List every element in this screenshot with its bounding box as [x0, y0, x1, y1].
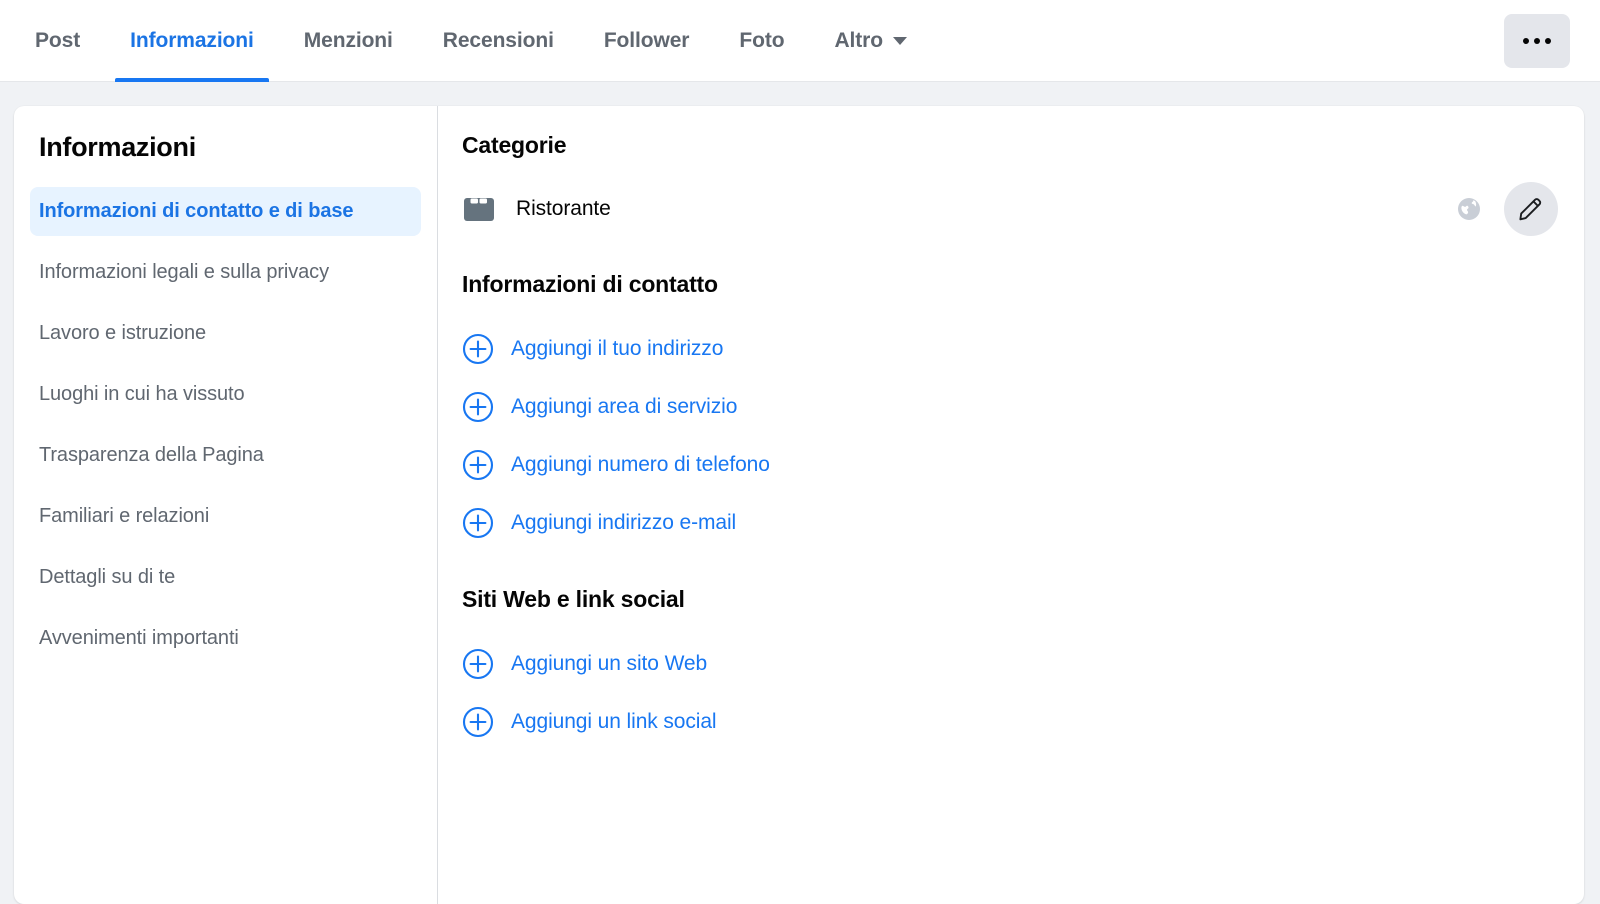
sidebar-item-0[interactable]: Informazioni di contatto e di base [30, 187, 421, 236]
tab-informazioni[interactable]: Informazioni [105, 0, 279, 82]
sidebar-item-label: Informazioni legali e sulla privacy [39, 261, 329, 283]
plus-circle-icon [462, 391, 494, 423]
add-link-aggiungi-indirizzo-e-mail[interactable]: Aggiungi indirizzo e-mail [462, 494, 736, 552]
sidebar-item-label: Trasparenza della Pagina [39, 444, 264, 466]
tab-label: Recensioni [442, 29, 554, 52]
add-link-label: Aggiungi indirizzo e-mail [511, 511, 737, 534]
tab-foto[interactable]: Foto [714, 0, 809, 82]
sidebar-title: Informazioni [39, 132, 196, 162]
add-link-aggiungi-numero-di-telefono[interactable]: Aggiungi numero di telefono [462, 436, 770, 494]
more-options-button[interactable] [1504, 14, 1570, 68]
tab-recensioni[interactable]: Recensioni [418, 0, 579, 82]
tab-altro[interactable]: Altro [809, 0, 932, 82]
tab-label: Menzioni [303, 29, 393, 52]
ellipsis-horizontal-icon [1523, 38, 1529, 44]
add-link-aggiungi-un-sito-web[interactable]: Aggiungi un sito Web [462, 635, 707, 693]
edit-category-button[interactable] [1504, 182, 1558, 236]
ellipsis-horizontal-icon [1534, 38, 1540, 44]
plus-circle-icon [462, 706, 494, 738]
sidebar-item-5[interactable]: Familiari e relazioni [30, 492, 421, 541]
page-body: Informazioni Informazioni di contatto e … [0, 82, 1600, 904]
tab-post[interactable]: Post [10, 0, 105, 82]
sidebar-item-label: Lavoro e istruzione [39, 322, 207, 344]
plus-circle-icon [462, 648, 494, 680]
profile-tabs: Post Informazioni Menzioni Recensioni Follow… [0, 0, 1504, 82]
sidebar-item-2[interactable]: Lavoro e istruzione [30, 309, 421, 358]
contact-info-links: Aggiungi il tuo indirizzo Aggiungi area d… [462, 320, 1558, 552]
sidebar-nav-list: Informazioni di contatto e di base Inform… [30, 187, 421, 663]
section-title-categories: Categorie [462, 132, 567, 158]
sidebar-item-4[interactable]: Trasparenza della Pagina [30, 431, 421, 480]
tab-menzioni[interactable]: Menzioni [279, 0, 418, 82]
plus-circle-icon [462, 507, 494, 539]
info-content: Categorie Ristorante Informazioni di con… [438, 106, 1584, 904]
add-link-aggiungi-il-tuo-indirizzo[interactable]: Aggiungi il tuo indirizzo [462, 320, 723, 378]
add-link-aggiungi-un-link-social[interactable]: Aggiungi un link social [462, 693, 717, 751]
tab-label: Post [35, 29, 81, 52]
sidebar-item-3[interactable]: Luoghi in cui ha vissuto [30, 370, 421, 419]
tab-label: Informazioni [130, 29, 254, 52]
category-label: Ristorante [516, 197, 611, 220]
pencil-edit-icon [1517, 194, 1545, 225]
sidebar-item-1[interactable]: Informazioni legali e sulla privacy [30, 248, 421, 297]
info-sidebar: Informazioni Informazioni di contatto e … [14, 106, 438, 904]
category-row: Ristorante [462, 181, 1558, 237]
sidebar-item-label: Familiari e relazioni [39, 505, 210, 527]
add-link-label: Aggiungi il tuo indirizzo [511, 337, 724, 360]
websites-social-links: Aggiungi un sito Web Aggiungi un link soc… [462, 635, 1558, 751]
add-link-label: Aggiungi un sito Web [511, 652, 708, 675]
section-title-contact-info: Informazioni di contatto [462, 271, 718, 297]
category-row-actions [1456, 182, 1558, 236]
sidebar-item-label: Avvenimenti importanti [39, 627, 239, 649]
add-link-aggiungi-area-di-servizio[interactable]: Aggiungi area di servizio [462, 378, 737, 436]
plus-circle-icon [462, 449, 494, 481]
ellipsis-horizontal-icon [1545, 38, 1551, 44]
sidebar-item-7[interactable]: Avvenimenti importanti [30, 614, 421, 663]
add-link-label: Aggiungi un link social [511, 710, 717, 733]
info-card: Informazioni Informazioni di contatto e … [14, 106, 1584, 904]
sidebar-item-label: Dettagli su di te [39, 566, 176, 588]
globe-public-icon [1456, 196, 1482, 222]
sidebar-item-6[interactable]: Dettagli su di te [30, 553, 421, 602]
add-link-label: Aggiungi area di servizio [511, 395, 738, 418]
sidebar-item-label: Informazioni di contatto e di base [39, 200, 354, 222]
add-link-label: Aggiungi numero di telefono [511, 453, 770, 476]
tab-follower[interactable]: Follower [579, 0, 715, 82]
tab-label: Altro [834, 29, 883, 52]
section-title-websites-social: Siti Web e link social [462, 586, 685, 612]
tab-label: Follower [603, 29, 690, 52]
briefcase-icon [462, 192, 496, 226]
sidebar-item-label: Luoghi in cui ha vissuto [39, 383, 245, 405]
chevron-down-icon [892, 37, 907, 45]
tab-label: Foto [739, 29, 785, 52]
top-navigation-bar: Post Informazioni Menzioni Recensioni Follow… [0, 0, 1600, 82]
plus-circle-icon [462, 333, 494, 365]
